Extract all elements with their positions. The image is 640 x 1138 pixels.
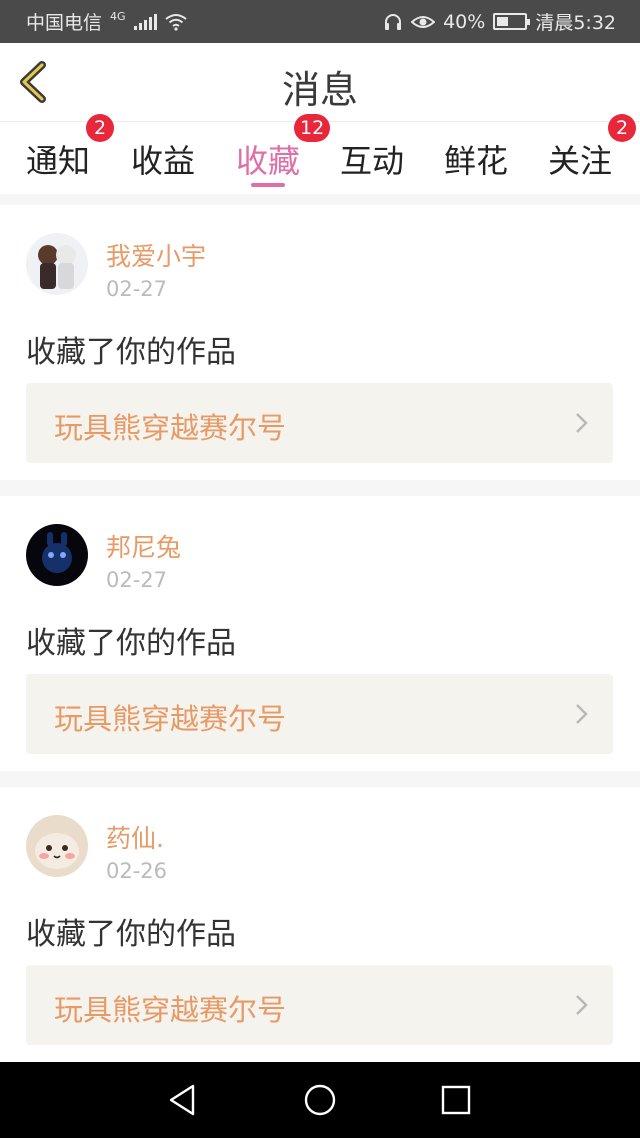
message-text: 收藏了你的作品 bbox=[26, 626, 236, 661]
username[interactable]: 药仙. bbox=[106, 819, 164, 855]
chevron-right-icon bbox=[576, 995, 588, 1015]
work-title: 玩具熊穿越赛尔号 bbox=[54, 411, 287, 445]
message-text: 收藏了你的作品 bbox=[26, 917, 236, 952]
tab-label: 通知 bbox=[25, 141, 90, 180]
tab-flowers[interactable]: 鲜花 bbox=[424, 122, 528, 195]
message-date: 02-26 bbox=[106, 859, 168, 883]
signal-icon bbox=[133, 13, 157, 30]
username[interactable]: 我爱小宇 bbox=[106, 237, 206, 273]
tab-badge: 2 bbox=[608, 114, 636, 142]
status-right: 40% 清晨5:32 bbox=[383, 8, 616, 35]
tab-label: 收藏 bbox=[235, 141, 300, 180]
work-link[interactable]: 玩具熊穿越赛尔号 bbox=[26, 383, 613, 463]
clock: 清晨5:32 bbox=[535, 12, 616, 34]
message-list: 我爱小宇 02-27 收藏了你的作品 玩具熊穿越赛尔号 邦尼兔 02-27 收藏… bbox=[0, 205, 640, 1078]
message-date: 02-27 bbox=[106, 568, 168, 592]
chevron-right-icon bbox=[576, 704, 588, 724]
carrier-label: 中国电信 bbox=[26, 12, 103, 34]
page-title: 消息 bbox=[281, 68, 358, 112]
chevron-right-icon bbox=[576, 413, 588, 433]
eye-icon bbox=[411, 15, 436, 28]
battery-percent: 40% bbox=[443, 10, 486, 33]
status-bar: 中国电信 4G 40% 清晨5:32 bbox=[0, 0, 640, 43]
nav-recents-icon[interactable] bbox=[438, 1082, 474, 1118]
message-date: 02-27 bbox=[106, 277, 168, 301]
tab-earnings[interactable]: 收益 bbox=[111, 122, 215, 195]
tab-badge: 2 bbox=[86, 114, 114, 142]
tab-bar: 通知 2 收益 收藏 12 互动 鲜花 关注 2 bbox=[0, 114, 640, 195]
message-card: 我爱小宇 02-27 收藏了你的作品 玩具熊穿越赛尔号 bbox=[0, 205, 640, 480]
system-nav-bar bbox=[0, 1062, 640, 1138]
tab-follows[interactable]: 关注 2 bbox=[528, 114, 636, 195]
tab-label: 收益 bbox=[130, 141, 195, 180]
headphone-icon bbox=[385, 13, 402, 30]
header: 消息 bbox=[0, 43, 640, 121]
nav-home-icon[interactable] bbox=[302, 1082, 338, 1118]
battery-icon bbox=[493, 13, 531, 30]
username[interactable]: 邦尼兔 bbox=[106, 528, 181, 564]
message-text: 收藏了你的作品 bbox=[26, 335, 236, 370]
tab-interactions[interactable]: 互动 bbox=[320, 122, 424, 195]
message-card: 邦尼兔 02-27 收藏了你的作品 玩具熊穿越赛尔号 bbox=[0, 496, 640, 771]
tab-notifications[interactable]: 通知 2 bbox=[6, 114, 114, 195]
tab-favorites[interactable]: 收藏 12 bbox=[216, 114, 331, 195]
status-left: 中国电信 4G bbox=[26, 8, 187, 35]
work-title: 玩具熊穿越赛尔号 bbox=[54, 702, 287, 736]
message-card: 药仙. 02-26 收藏了你的作品 玩具熊穿越赛尔号 bbox=[0, 787, 640, 1062]
tab-label: 鲜花 bbox=[443, 141, 508, 180]
network-label: 4G bbox=[110, 10, 126, 23]
avatar[interactable] bbox=[26, 233, 88, 295]
tab-active-indicator bbox=[251, 183, 285, 187]
nav-back-icon[interactable] bbox=[165, 1082, 201, 1118]
avatar[interactable] bbox=[26, 524, 88, 586]
tab-label: 关注 bbox=[547, 141, 612, 180]
avatar[interactable] bbox=[26, 815, 88, 877]
work-title: 玩具熊穿越赛尔号 bbox=[54, 993, 287, 1027]
wifi-icon bbox=[164, 13, 187, 31]
work-link[interactable]: 玩具熊穿越赛尔号 bbox=[26, 674, 613, 754]
work-link[interactable]: 玩具熊穿越赛尔号 bbox=[26, 965, 613, 1045]
tab-label: 互动 bbox=[339, 141, 404, 180]
